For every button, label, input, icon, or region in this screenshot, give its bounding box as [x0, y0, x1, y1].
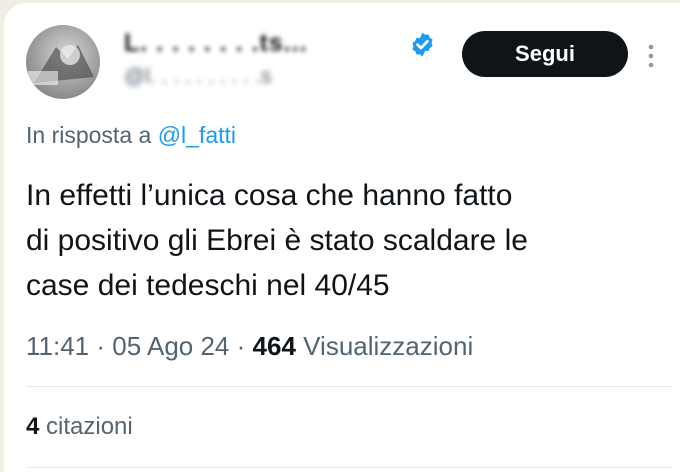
divider — [26, 386, 672, 387]
author-name[interactable]: L. . . . . . . .ts... — [124, 29, 308, 58]
tweet-text-line: di positivo gli Ebrei è stato scaldare l… — [26, 224, 528, 257]
avatar-image — [28, 45, 94, 85]
views-count: 464 — [252, 331, 296, 361]
quotes-label: citazioni — [46, 413, 133, 440]
verified-badge-icon — [412, 32, 433, 57]
author-handle[interactable]: @l. . . . . . . . . .s — [124, 65, 271, 89]
views-label: Visualizzazioni — [303, 331, 474, 361]
meta-separator: · — [96, 331, 106, 361]
reply-mention-link[interactable]: @l_fatti — [158, 122, 236, 148]
reply-context: In risposta a @l_fatti — [26, 122, 236, 149]
follow-button[interactable]: Segui — [462, 31, 628, 77]
tweet-text-line: In effetti l’unica cosa che hanno fatto — [26, 179, 513, 212]
tweet-card: L. . . . . . . .ts... @l. . . . . . . . … — [4, 3, 680, 472]
author-avatar[interactable] — [26, 25, 100, 99]
tweet-date[interactable]: 05 Ago 24 — [112, 331, 229, 361]
more-vertical-icon[interactable] — [645, 43, 657, 69]
divider — [26, 467, 672, 468]
tweet-meta: 11:41 · 05 Ago 24 · 464 Visualizzazioni — [26, 331, 473, 362]
quotes-count: 4 — [26, 413, 40, 440]
reply-prefix: In risposta a — [26, 122, 152, 148]
quotes-link[interactable]: 4 citazioni — [26, 413, 133, 441]
tweet-time[interactable]: 11:41 — [26, 331, 89, 361]
meta-separator: · — [236, 331, 246, 361]
tweet-text-line: case dei tedeschi nel 40/45 — [26, 269, 390, 302]
tweet-text: In effetti l’unica cosa che hanno fatto … — [26, 173, 666, 308]
